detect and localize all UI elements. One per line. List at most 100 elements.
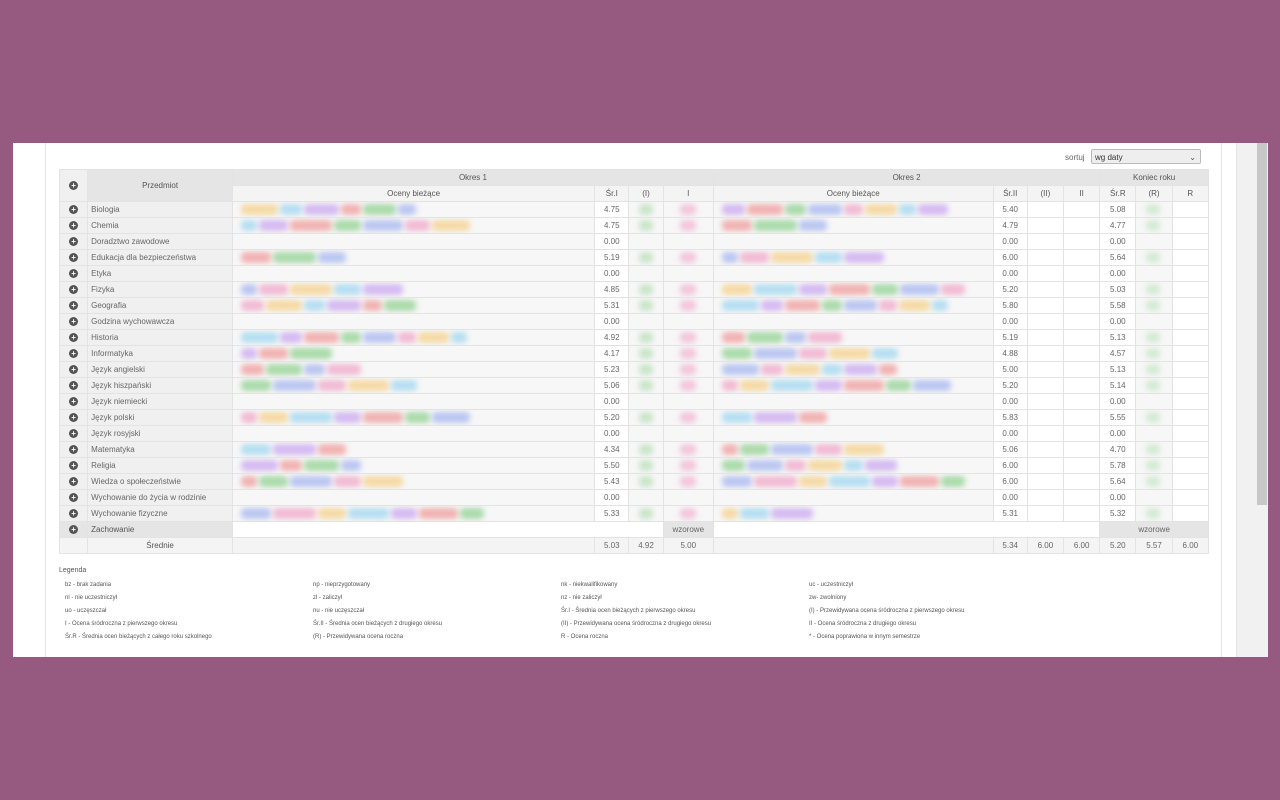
blurred-grade[interactable] bbox=[266, 364, 303, 375]
row-expand-cell[interactable]: + bbox=[58, 217, 89, 234]
row-expand-cell[interactable]: + bbox=[58, 313, 89, 330]
row-expand-cell[interactable]: + bbox=[58, 329, 89, 346]
scrollbar-thumb[interactable] bbox=[1257, 143, 1267, 505]
expand-icon[interactable]: + bbox=[69, 349, 79, 358]
blurred-grade[interactable] bbox=[864, 204, 897, 215]
blurred-grade[interactable] bbox=[391, 380, 418, 391]
blurred-grade[interactable] bbox=[334, 284, 362, 295]
expand-all-icon[interactable]: + bbox=[69, 181, 79, 190]
blurred-grade[interactable] bbox=[398, 204, 417, 215]
blurred-grade[interactable] bbox=[451, 332, 468, 343]
blurred-grade[interactable] bbox=[432, 220, 471, 231]
blurred-grade[interactable] bbox=[784, 460, 806, 471]
expand-icon[interactable]: + bbox=[69, 237, 79, 246]
blurred-grade[interactable] bbox=[363, 412, 404, 423]
blurred-grade[interactable] bbox=[334, 220, 362, 231]
blurred-grade[interactable] bbox=[259, 284, 289, 295]
blurred-grade[interactable] bbox=[746, 460, 783, 471]
row-expand-cell[interactable]: + bbox=[58, 377, 89, 394]
blurred-grade[interactable] bbox=[241, 204, 279, 215]
blurred-grade[interactable] bbox=[259, 412, 289, 423]
blurred-grade[interactable] bbox=[753, 284, 797, 295]
behaviour-expand-cell[interactable]: + bbox=[58, 521, 89, 538]
blurred-grade[interactable] bbox=[912, 380, 951, 391]
blurred-grade[interactable] bbox=[241, 380, 272, 391]
blurred-grade[interactable] bbox=[871, 284, 898, 295]
expand-icon[interactable]: + bbox=[69, 317, 79, 326]
blurred-grade[interactable] bbox=[721, 444, 738, 455]
blurred-grade[interactable] bbox=[828, 284, 870, 295]
blurred-grade[interactable] bbox=[280, 332, 303, 343]
blurred-grade[interactable] bbox=[931, 300, 948, 311]
blurred-grade[interactable] bbox=[363, 204, 397, 215]
blurred-grade[interactable] bbox=[721, 412, 752, 423]
blurred-grade[interactable] bbox=[807, 460, 842, 471]
blurred-grade[interactable] bbox=[753, 412, 797, 423]
blurred-grade[interactable] bbox=[241, 476, 258, 487]
blurred-grade[interactable] bbox=[843, 204, 863, 215]
row-expand-cell[interactable]: + bbox=[58, 297, 89, 314]
blurred-grade[interactable] bbox=[784, 300, 820, 311]
blurred-grade[interactable] bbox=[843, 444, 884, 455]
blurred-grade[interactable] bbox=[739, 508, 769, 519]
row-expand-cell[interactable]: + bbox=[58, 393, 89, 410]
blurred-grade[interactable] bbox=[760, 364, 783, 375]
blurred-grade[interactable] bbox=[821, 364, 842, 375]
blurred-grade[interactable] bbox=[721, 508, 738, 519]
row-expand-cell[interactable]: + bbox=[58, 409, 89, 426]
row-expand-cell[interactable]: + bbox=[58, 505, 89, 522]
blurred-grade[interactable] bbox=[864, 460, 897, 471]
blurred-grade[interactable] bbox=[843, 300, 877, 311]
row-expand-cell[interactable]: + bbox=[58, 281, 89, 298]
expand-icon[interactable]: + bbox=[69, 509, 79, 518]
expand-all-cell[interactable]: + bbox=[58, 169, 89, 202]
blurred-grade[interactable] bbox=[341, 204, 362, 215]
blurred-grade[interactable] bbox=[721, 476, 752, 487]
blurred-grade[interactable] bbox=[721, 460, 745, 471]
blurred-grade[interactable] bbox=[784, 364, 820, 375]
blurred-grade[interactable] bbox=[241, 364, 265, 375]
blurred-grade[interactable] bbox=[348, 380, 390, 391]
blurred-grade[interactable] bbox=[348, 508, 390, 519]
blurred-grade[interactable] bbox=[327, 300, 362, 311]
blurred-grade[interactable] bbox=[721, 220, 752, 231]
blurred-grade[interactable] bbox=[241, 220, 258, 231]
blurred-grade[interactable] bbox=[290, 220, 333, 231]
blurred-grade[interactable] bbox=[432, 412, 471, 423]
blurred-grade[interactable] bbox=[241, 348, 258, 359]
blurred-grade[interactable] bbox=[241, 508, 272, 519]
blurred-grade[interactable] bbox=[721, 300, 759, 311]
blurred-grade[interactable] bbox=[843, 460, 863, 471]
blurred-grade[interactable] bbox=[334, 412, 362, 423]
blurred-grade[interactable] bbox=[241, 412, 258, 423]
blurred-grade[interactable] bbox=[770, 252, 813, 263]
expand-icon[interactable]: + bbox=[69, 269, 79, 278]
blurred-grade[interactable] bbox=[273, 252, 317, 263]
blurred-grade[interactable] bbox=[798, 476, 827, 487]
blurred-grade[interactable] bbox=[259, 348, 289, 359]
blurred-grade[interactable] bbox=[460, 508, 485, 519]
blurred-grade[interactable] bbox=[739, 252, 769, 263]
blurred-grade[interactable] bbox=[290, 348, 333, 359]
blurred-grade[interactable] bbox=[304, 332, 340, 343]
blurred-grade[interactable] bbox=[280, 204, 303, 215]
blurred-grade[interactable] bbox=[746, 204, 783, 215]
row-expand-cell[interactable]: + bbox=[58, 473, 89, 490]
blurred-grade[interactable] bbox=[341, 460, 362, 471]
blurred-grade[interactable] bbox=[885, 380, 911, 391]
row-expand-cell[interactable]: + bbox=[58, 233, 89, 250]
blurred-grade[interactable] bbox=[273, 444, 317, 455]
expand-icon[interactable]: + bbox=[69, 429, 79, 438]
blurred-grade[interactable] bbox=[721, 284, 752, 295]
blurred-grade[interactable] bbox=[241, 252, 272, 263]
row-expand-cell[interactable]: + bbox=[58, 489, 89, 506]
blurred-grade[interactable] bbox=[843, 380, 884, 391]
blurred-grade[interactable] bbox=[760, 300, 783, 311]
blurred-grade[interactable] bbox=[259, 220, 289, 231]
blurred-grade[interactable] bbox=[940, 476, 965, 487]
row-expand-cell[interactable]: + bbox=[58, 361, 89, 378]
row-expand-cell[interactable]: + bbox=[58, 201, 89, 218]
expand-icon[interactable]: + bbox=[69, 477, 79, 486]
expand-icon[interactable]: + bbox=[69, 525, 79, 534]
blurred-grade[interactable] bbox=[871, 476, 898, 487]
